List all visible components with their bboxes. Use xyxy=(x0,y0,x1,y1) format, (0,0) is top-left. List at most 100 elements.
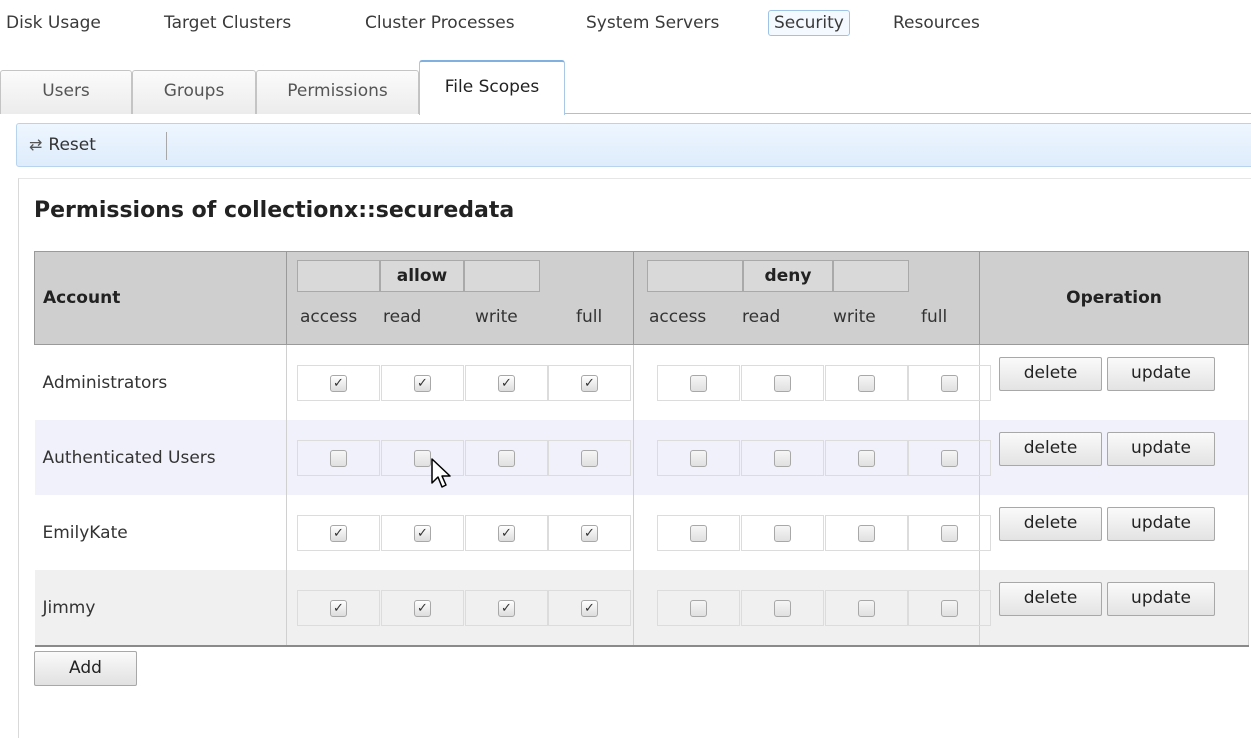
reset-button[interactable]: ⇄ Reset xyxy=(29,133,96,159)
allow-permissions-cell: ✓ ✓ ✓ ✓ xyxy=(286,495,634,570)
allow-full-checkbox-frame: ✓ xyxy=(548,365,631,401)
deny-write-checkbox[interactable] xyxy=(858,375,875,392)
operation-cell: delete update xyxy=(979,344,1249,420)
account-cell: Authenticated Users xyxy=(34,420,287,495)
allow-checkbox-group: ✓ ✓ ✓ ✓ xyxy=(287,345,633,420)
delete-button[interactable]: delete xyxy=(999,432,1102,466)
allow-read-checkbox[interactable]: ✓ xyxy=(414,525,431,542)
allow-write-checkbox[interactable] xyxy=(498,450,515,467)
allow-read-checkbox-frame: ✓ xyxy=(381,365,464,401)
allow-access-checkbox[interactable] xyxy=(330,450,347,467)
deny-full-checkbox[interactable] xyxy=(941,375,958,392)
allow-full-checkbox[interactable]: ✓ xyxy=(581,375,598,392)
deny-read-checkbox[interactable] xyxy=(774,375,791,392)
deny-write-checkbox[interactable] xyxy=(858,600,875,617)
deny-full-checkbox[interactable] xyxy=(941,450,958,467)
allow-read-checkbox[interactable]: ✓ xyxy=(414,600,431,617)
update-button[interactable]: update xyxy=(1107,582,1215,616)
allow-read-checkbox-frame: ✓ xyxy=(381,515,464,551)
tab-groups[interactable]: Groups xyxy=(132,70,256,114)
allow-access-checkbox-frame xyxy=(297,440,380,476)
allow-checkbox-group: ✓ ✓ ✓ ✓ xyxy=(287,570,633,645)
allow-permissions-cell xyxy=(286,420,634,495)
nav-resources[interactable]: Resources xyxy=(887,10,986,36)
deny-full-checkbox[interactable] xyxy=(941,600,958,617)
nav-cluster-processes[interactable]: Cluster Processes xyxy=(359,10,521,36)
deny-column-header: deny access read write full xyxy=(633,251,980,345)
tab-permissions[interactable]: Permissions xyxy=(256,70,419,114)
table-row: Authenticated Users delete update xyxy=(34,420,1249,495)
delete-button[interactable]: delete xyxy=(999,582,1102,616)
deny-read-checkbox[interactable] xyxy=(774,450,791,467)
update-button[interactable]: update xyxy=(1107,507,1215,541)
page-title: Permissions of collectionx::securedata xyxy=(34,198,515,223)
allow-access-checkbox[interactable]: ✓ xyxy=(330,600,347,617)
deny-checkbox-group xyxy=(634,495,991,570)
allow-read-checkbox-frame xyxy=(381,440,464,476)
deny-permissions-cell xyxy=(633,495,991,570)
deny-header-box-access xyxy=(647,260,743,292)
allow-read-checkbox[interactable] xyxy=(414,450,431,467)
reset-label: Reset xyxy=(48,135,96,155)
table-row: Administrators ✓ ✓ ✓ ✓ delete update xyxy=(34,344,1249,420)
deny-access-checkbox-frame xyxy=(657,515,740,551)
update-button[interactable]: update xyxy=(1107,432,1215,466)
nav-target-clusters[interactable]: Target Clusters xyxy=(158,10,297,36)
tab-file-scopes[interactable]: File Scopes xyxy=(419,60,565,115)
deny-full-checkbox-frame xyxy=(908,590,991,626)
deny-full-checkbox-frame xyxy=(908,365,991,401)
allow-full-checkbox[interactable] xyxy=(581,450,598,467)
add-button[interactable]: Add xyxy=(34,651,137,686)
allow-permissions-cell: ✓ ✓ ✓ ✓ xyxy=(286,344,634,420)
allow-write-checkbox[interactable]: ✓ xyxy=(498,375,515,392)
allow-write-label: write xyxy=(475,307,518,327)
deny-read-checkbox-frame xyxy=(741,365,824,401)
deny-full-checkbox[interactable] xyxy=(941,525,958,542)
allow-access-checkbox[interactable]: ✓ xyxy=(330,375,347,392)
allow-checkbox-group xyxy=(287,420,633,495)
deny-write-checkbox[interactable] xyxy=(858,450,875,467)
deny-read-checkbox[interactable] xyxy=(774,525,791,542)
nav-security[interactable]: Security xyxy=(768,10,850,36)
allow-access-checkbox-frame: ✓ xyxy=(297,365,380,401)
row-actions: delete update xyxy=(980,345,1248,420)
deny-read-checkbox[interactable] xyxy=(774,600,791,617)
allow-write-checkbox-frame: ✓ xyxy=(465,590,548,626)
nav-system-servers[interactable]: System Servers xyxy=(580,10,725,36)
deny-write-checkbox[interactable] xyxy=(858,525,875,542)
deny-access-label: access xyxy=(649,307,707,327)
nav-disk-usage[interactable]: Disk Usage xyxy=(0,10,107,36)
account-cell: Jimmy xyxy=(34,570,287,647)
deny-access-checkbox[interactable] xyxy=(690,375,707,392)
deny-access-checkbox[interactable] xyxy=(690,600,707,617)
update-button[interactable]: update xyxy=(1107,357,1215,391)
account-cell: EmilyKate xyxy=(34,495,287,570)
allow-column-header: allow access read write full xyxy=(286,251,634,345)
allow-write-checkbox[interactable]: ✓ xyxy=(498,525,515,542)
allow-full-checkbox[interactable]: ✓ xyxy=(581,525,598,542)
deny-write-checkbox-frame xyxy=(825,440,908,476)
row-actions: delete update xyxy=(980,420,1248,495)
deny-checkbox-group xyxy=(634,345,991,420)
deny-access-checkbox[interactable] xyxy=(690,525,707,542)
delete-button[interactable]: delete xyxy=(999,357,1102,391)
tab-users[interactable]: Users xyxy=(0,70,132,114)
allow-read-checkbox[interactable]: ✓ xyxy=(414,375,431,392)
allow-header-label: allow xyxy=(380,260,464,292)
deny-checkbox-group xyxy=(634,570,991,645)
deny-access-checkbox[interactable] xyxy=(690,450,707,467)
allow-full-checkbox[interactable]: ✓ xyxy=(581,600,598,617)
account-cell: Administrators xyxy=(34,344,287,420)
allow-access-checkbox[interactable]: ✓ xyxy=(330,525,347,542)
deny-access-checkbox-frame xyxy=(657,590,740,626)
operation-cell: delete update xyxy=(979,495,1249,570)
allow-permissions-cell: ✓ ✓ ✓ ✓ xyxy=(286,570,634,647)
allow-write-checkbox[interactable]: ✓ xyxy=(498,600,515,617)
table-row: EmilyKate ✓ ✓ ✓ ✓ delete update xyxy=(34,495,1249,570)
toolbar-separator xyxy=(166,132,167,160)
allow-access-checkbox-frame: ✓ xyxy=(297,590,380,626)
allow-header-box-access xyxy=(297,260,380,292)
row-actions: delete update xyxy=(980,570,1248,645)
security-subtabs: Users Groups Permissions File Scopes xyxy=(0,58,1251,115)
delete-button[interactable]: delete xyxy=(999,507,1102,541)
